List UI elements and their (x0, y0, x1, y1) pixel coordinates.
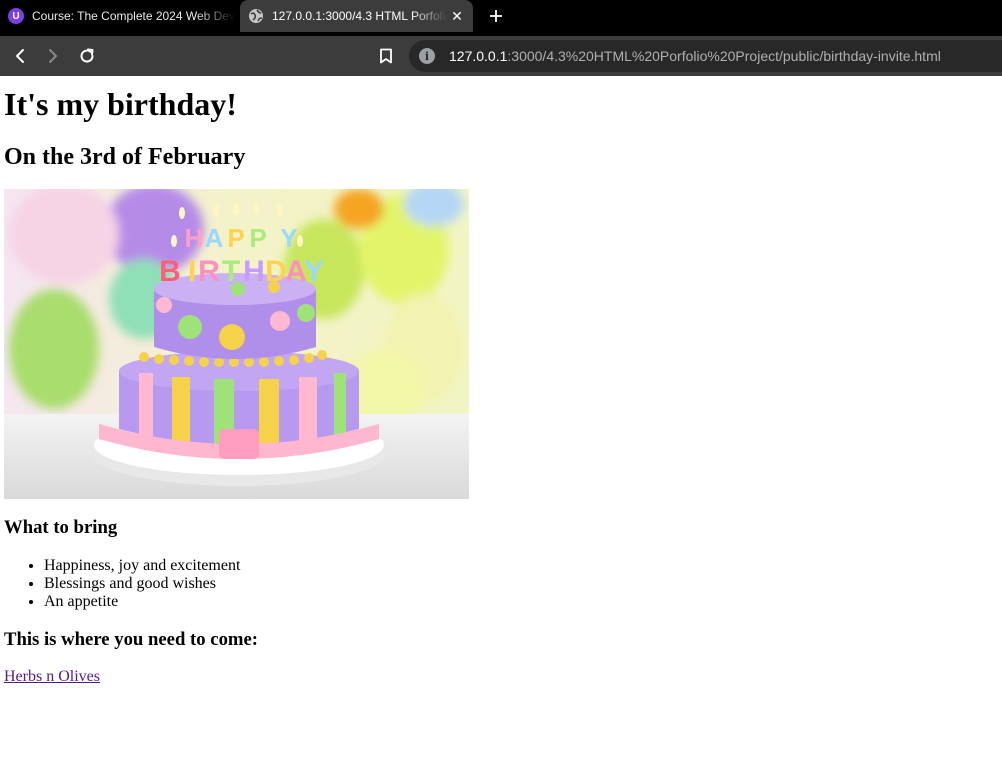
tab-title: Course: The Complete 2024 Web Dev (32, 9, 235, 23)
close-tab-icon[interactable]: ✕ (447, 6, 467, 26)
forward-icon[interactable] (41, 44, 65, 68)
back-icon[interactable] (8, 44, 32, 68)
udemy-icon: U (8, 8, 24, 24)
tab-birthday-invite[interactable]: 127.0.0.1:3000/4.3 HTML Porfolio ✕ (240, 0, 473, 32)
svg-text:H: H (185, 223, 204, 253)
bookmark-icon[interactable] (374, 44, 398, 68)
tab-strip: U Course: The Complete 2024 Web Dev 127.… (0, 0, 1002, 36)
location-paragraph: Herbs n Olives (4, 668, 998, 686)
svg-text:H: H (243, 255, 265, 288)
svg-text:A: A (205, 223, 224, 253)
url-host: 127.0.0.1 (449, 48, 508, 64)
info-icon[interactable]: i (419, 48, 435, 64)
bring-list: Happiness, joy and excitement Blessings … (4, 557, 998, 611)
svg-text:Y: Y (304, 255, 324, 288)
location-link[interactable]: Herbs n Olives (4, 668, 100, 685)
svg-text:P: P (249, 223, 266, 253)
list-item: Happiness, joy and excitement (44, 557, 998, 575)
svg-text:D: D (265, 255, 287, 288)
browser-toolbar: i 127.0.0.1:3000/4.3%20HTML%20Porfolio%2… (0, 36, 1002, 76)
tab-title: 127.0.0.1:3000/4.3 HTML Porfolio (272, 9, 447, 23)
reload-icon[interactable] (75, 44, 99, 68)
svg-text:R: R (198, 255, 220, 288)
url-path: :3000/4.3%20HTML%20Porfolio%20Project/pu… (507, 48, 941, 64)
svg-text:Y: Y (280, 223, 297, 253)
list-item: Blessings and good wishes (44, 575, 998, 593)
bring-heading: What to bring (4, 517, 118, 538)
svg-text:B: B (159, 255, 181, 288)
new-tab-icon[interactable] (484, 4, 508, 28)
svg-text:T: T (222, 255, 240, 288)
list-item: An appetite (44, 593, 998, 611)
svg-text:I: I (188, 255, 196, 288)
globe-icon (249, 9, 263, 23)
page-subtitle: On the 3rd of February (4, 144, 246, 170)
page-content: It's my birthday! On the 3rd of February (0, 76, 1002, 777)
where-heading: This is where you need to come: (4, 629, 258, 650)
page-title: It's my birthday! (4, 86, 237, 122)
tab-course[interactable]: U Course: The Complete 2024 Web Dev (0, 0, 236, 32)
birthday-cake-image: H A P P Y B I R T H D A Y (4, 189, 469, 499)
svg-text:P: P (227, 223, 244, 253)
address-bar[interactable]: i 127.0.0.1:3000/4.3%20HTML%20Porfolio%2… (409, 40, 1002, 72)
